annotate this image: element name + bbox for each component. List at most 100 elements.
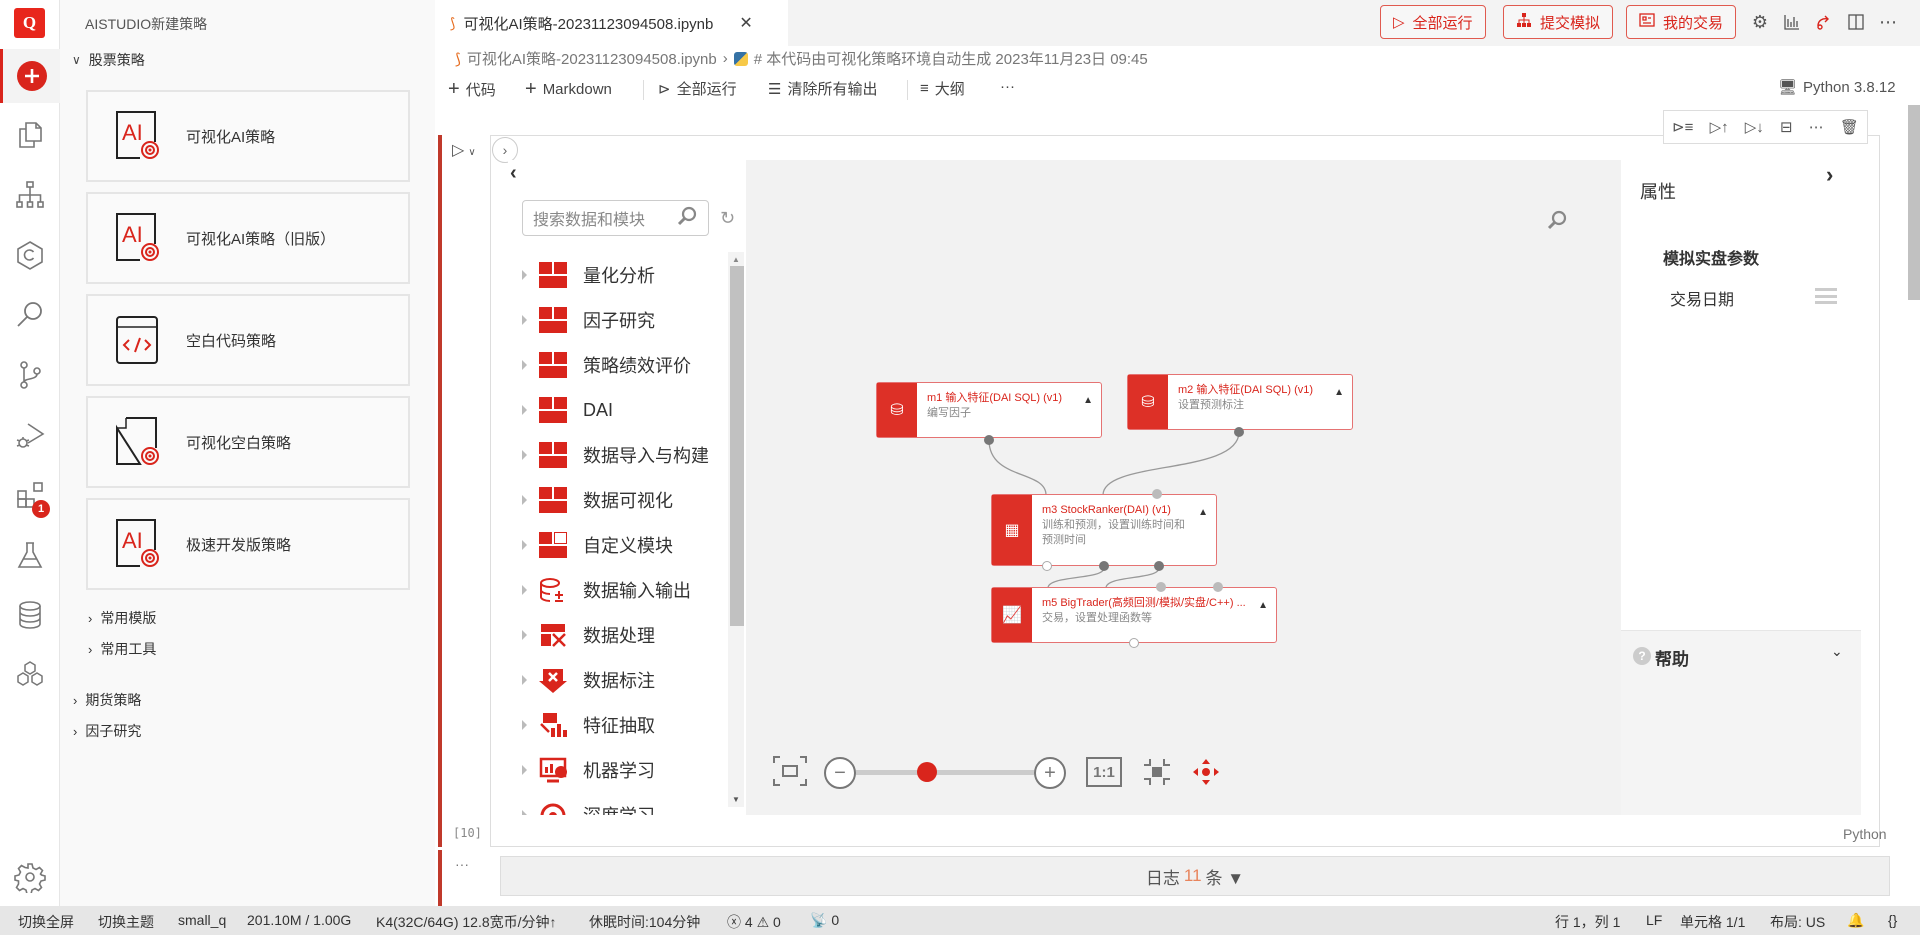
end-of-line[interactable]: LF (1646, 912, 1662, 928)
module-category[interactable]: 数据导入与构建 (522, 440, 709, 470)
collapse-node-icon[interactable]: ▲ (1258, 600, 1268, 611)
split-cell-icon[interactable]: ⊟ (1780, 118, 1793, 136)
chevron-down-icon[interactable]: ∨ (468, 147, 475, 158)
expand-arrow-icon[interactable] (522, 630, 527, 640)
scroll-up-icon[interactable]: ▲ (732, 255, 740, 264)
sleep-time[interactable]: 休眠时间:104分钟 (589, 912, 700, 932)
machine-spec[interactable]: K4(32C/64G) 12.8宽币/分钟↑ (376, 912, 557, 932)
card-blank-code-strategy[interactable]: 空白代码策略 (86, 294, 410, 386)
expand-arrow-icon[interactable] (522, 360, 527, 370)
module-category[interactable]: 深度学习 (522, 800, 655, 815)
chevron-down-icon[interactable]: ⌄ (1831, 643, 1843, 660)
close-icon[interactable]: ✕ (739, 13, 752, 33)
card-fast-dev-strategy[interactable]: AI 极速开发版策略 (86, 498, 410, 590)
node-m1[interactable]: ⛁ m1 输入特征(DAI SQL) (v1) 编写因子 ▲ (876, 382, 1102, 438)
run-all-cells-button[interactable]: ⊳ 全部运行 (658, 78, 737, 99)
tab-notebook[interactable]: ⟆ 可视化AI策略-20231123094508.ipynb ✕ (436, 0, 788, 46)
delete-icon[interactable]: 🗑 (1840, 118, 1859, 136)
card-visual-ai-strategy-legacy[interactable]: AI 可视化AI策略（旧版） (86, 192, 410, 284)
pan-icon[interactable] (1191, 757, 1221, 787)
expand-arrow-icon[interactable] (522, 585, 527, 595)
section-stock-strategy[interactable]: ∨ 股票策略 (72, 50, 145, 70)
scroll-down-icon[interactable]: ▼ (732, 795, 740, 804)
output-port[interactable] (1154, 561, 1164, 571)
center-view-icon[interactable] (1142, 757, 1172, 787)
node-m2[interactable]: ⛁ m2 输入特征(DAI SQL) (v1) 设置预测标注 ▲ (1127, 374, 1353, 430)
expand-arrow-icon[interactable] (522, 675, 527, 685)
output-port[interactable] (1042, 561, 1052, 571)
output-port[interactable] (1129, 638, 1139, 648)
activity-lab[interactable] (0, 530, 60, 580)
module-category[interactable]: 特征抽取 (522, 710, 655, 740)
card-visual-ai-strategy[interactable]: AI 可视化AI策略 (86, 90, 410, 182)
fit-view-icon[interactable] (772, 755, 808, 787)
expand-arrow-icon[interactable] (522, 450, 527, 460)
expand-arrow-icon[interactable] (522, 495, 527, 505)
bell-icon[interactable]: 🔔 (1847, 912, 1864, 929)
activity-extensions[interactable]: 1 (0, 470, 60, 520)
clear-outputs-button[interactable]: ☰ 清除所有输出 (768, 78, 877, 99)
more-icon[interactable]: ⋯ (1809, 118, 1824, 136)
expand-arrow-icon[interactable] (522, 405, 527, 415)
run-above-icon[interactable]: ▷↑ (1710, 118, 1729, 136)
section-factor-research[interactable]: › 因子研究 (73, 721, 141, 741)
toggle-theme[interactable]: 切换主题 (98, 912, 154, 932)
resource-name[interactable]: small_q (178, 912, 226, 928)
bar-chart-icon[interactable] (1782, 12, 1802, 32)
expand-arrow-icon[interactable] (522, 315, 527, 325)
run-below-icon[interactable]: ▷↓ (1745, 118, 1764, 136)
module-category[interactable]: 因子研究 (522, 305, 655, 335)
subsection-templates[interactable]: › 常用模版 (88, 608, 156, 628)
zoom-slider[interactable] (856, 770, 1034, 775)
kernel-selector[interactable]: 🖥 Python 3.8.12 (1778, 78, 1896, 97)
activity-packages[interactable] (0, 650, 60, 700)
cursor-position[interactable]: 行 1，列 1 (1555, 912, 1620, 932)
collapse-properties-button[interactable]: › (1826, 162, 1833, 188)
module-category[interactable]: 数据处理 (522, 620, 655, 650)
keyboard-layout[interactable]: 布局: US (1770, 912, 1825, 932)
expand-arrow-icon[interactable] (522, 765, 527, 775)
feedback-icon[interactable]: {} (1888, 912, 1897, 928)
activity-search[interactable] (0, 290, 60, 340)
run-by-line-icon[interactable]: ⊳≡ (1672, 118, 1693, 136)
node-m5[interactable]: 📈 m5 BigTrader(高频回测/模拟/实盘/C++) ... 交易，设置处… (991, 587, 1277, 643)
outline-button[interactable]: ≡ 大纲 (920, 78, 965, 99)
actual-size-button[interactable]: 1:1 (1086, 757, 1122, 787)
node-m3[interactable]: ▦ m3 StockRanker(DAI) (v1) 训练和预测，设置训练时间和预… (991, 494, 1217, 566)
run-cell-button[interactable]: ▷ ∨ (452, 140, 476, 160)
editor-scrollbar[interactable] (1908, 105, 1920, 300)
workflow-canvas[interactable]: ⛁ m1 输入特征(DAI SQL) (v1) 编写因子 ▲ ⛁ m2 输入特征(… (746, 160, 1621, 815)
cell-index[interactable]: 单元格 1/1 (1680, 912, 1745, 932)
share-icon[interactable] (1814, 12, 1834, 32)
problems-indicator[interactable]: ⓧ 4 ⚠ 0 (727, 912, 781, 932)
output-port[interactable] (1099, 561, 1109, 571)
output-more-button[interactable]: ··· (455, 856, 469, 872)
collapse-node-icon[interactable]: ▲ (1334, 387, 1344, 398)
zoom-in-button[interactable]: + (1034, 757, 1066, 789)
drag-handle-icon[interactable] (1815, 288, 1837, 304)
log-toggle[interactable]: 日志 11 条 ▼ (500, 856, 1890, 896)
activity-run-debug[interactable] (0, 410, 60, 460)
input-port[interactable] (1152, 489, 1162, 499)
scrollbar-thumb[interactable] (730, 266, 744, 626)
breadcrumb-file[interactable]: 可视化AI策略-20231123094508.ipynb (467, 48, 717, 69)
expand-arrow-icon[interactable] (522, 720, 527, 730)
output-port[interactable] (1234, 427, 1244, 437)
toolbar-more-button[interactable]: ··· (1000, 78, 1015, 95)
activity-source-control[interactable] (0, 350, 60, 400)
my-trades-button[interactable]: 我的交易 (1626, 5, 1737, 39)
zoom-out-button[interactable]: − (824, 757, 856, 789)
add-markdown-button[interactable]: + Markdown (525, 78, 612, 101)
collapse-node-icon[interactable]: ▲ (1198, 507, 1208, 518)
module-category[interactable]: 数据标注 (522, 665, 655, 695)
expand-arrow-icon[interactable] (522, 270, 527, 280)
module-category[interactable]: 量化分析 (522, 260, 655, 290)
collapse-node-icon[interactable]: ▲ (1083, 395, 1093, 406)
cell-language[interactable]: Python (1843, 826, 1887, 842)
split-editor-icon[interactable] (1846, 12, 1866, 32)
module-category[interactable]: DAI (522, 395, 613, 425)
module-category[interactable]: 机器学习 (522, 755, 655, 785)
activity-structure[interactable] (0, 170, 60, 220)
output-port[interactable] (984, 435, 994, 445)
add-code-button[interactable]: + 代码 (448, 78, 496, 101)
